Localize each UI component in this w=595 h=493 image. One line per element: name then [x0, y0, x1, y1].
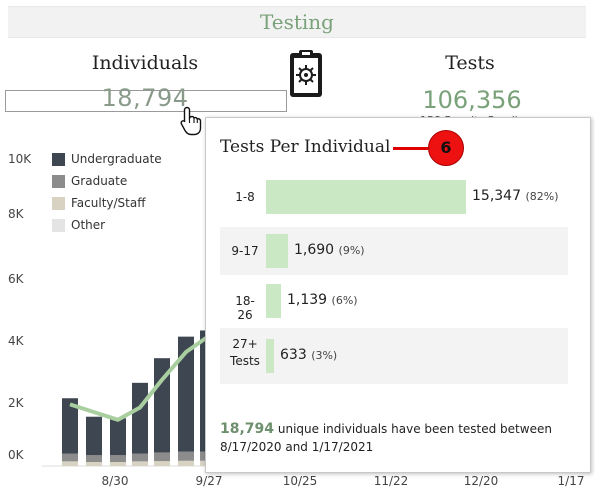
x-tick-label: 12/20: [463, 474, 499, 488]
bar-percent: (3%): [311, 349, 338, 362]
legend-label: Other: [71, 218, 106, 232]
bar-count: 633: [280, 347, 307, 363]
y-tick-label: 8K: [8, 207, 24, 221]
y-tick-label: 4K: [8, 334, 24, 348]
bar-segment-graduate[interactable]: [110, 455, 126, 462]
hand-cursor-icon: [180, 106, 202, 136]
tooltip-title: Tests Per Individual: [220, 137, 391, 157]
tests-bar-row[interactable]: 9-17 1,690 (9%): [220, 227, 568, 275]
bar-segment-graduate[interactable]: [86, 455, 102, 462]
legend-label: Graduate: [71, 174, 128, 188]
callout-pointer-line: [393, 147, 428, 150]
legend-swatch: [52, 153, 65, 166]
y-tick-label: 6K: [8, 272, 24, 286]
bar-count: 15,347: [472, 188, 521, 204]
bar-fill: [266, 339, 274, 373]
bar-segment-undergraduate[interactable]: [110, 418, 126, 456]
legend-swatch: [52, 197, 65, 210]
bar-segment-faculty-staff[interactable]: [178, 460, 194, 466]
bar-percent: (6%): [331, 294, 358, 307]
x-tick-label: 9/27: [195, 474, 223, 488]
bar-segment-faculty-staff[interactable]: [62, 461, 78, 466]
bar-percent: (82%): [525, 190, 559, 203]
footer-count: 18,794: [220, 421, 275, 437]
bar-row-label: 1-8: [235, 190, 255, 204]
bar-segment-undergraduate[interactable]: [132, 382, 148, 454]
tooltip-footer: 18,794 unique individuals have been test…: [220, 420, 580, 456]
legend-label: Undergraduate: [71, 152, 162, 166]
y-tick-label: 2K: [8, 396, 24, 410]
bar-row-value: 1,139 (6%): [287, 292, 358, 308]
bar-segment-faculty-staff[interactable]: [86, 461, 102, 466]
bar-count: 1,139: [287, 292, 328, 308]
x-tick-label: 10/25: [282, 474, 318, 488]
bar-segment-undergraduate[interactable]: [86, 416, 102, 456]
bar-row-label: 18-26: [235, 294, 255, 322]
bar-row-label: 9-17: [231, 244, 259, 258]
x-tick-label: 1/17: [557, 474, 585, 488]
y-tick-label: 10K: [8, 152, 32, 166]
tests-bar-row[interactable]: 1-8 15,347 (82%): [220, 173, 568, 221]
bar-row-value: 1,690 (9%): [294, 242, 365, 258]
bar-segment-faculty-staff[interactable]: [110, 461, 126, 466]
bar-segment-graduate[interactable]: [178, 451, 194, 461]
bar-fill: [266, 180, 466, 214]
bar-segment-graduate[interactable]: [62, 453, 78, 462]
bar-segment-faculty-staff[interactable]: [154, 461, 170, 466]
tests-bar-row[interactable]: 18-26 1,139 (6%): [220, 277, 568, 325]
legend-label: Faculty/Staff: [71, 196, 146, 210]
bar-fill: [266, 284, 281, 318]
bar-percent: (9%): [338, 244, 365, 257]
bar-segment-graduate[interactable]: [154, 452, 170, 462]
bar-row-value: 15,347 (82%): [472, 188, 559, 204]
legend-swatch: [52, 175, 65, 188]
callout-number-badge: 6: [428, 130, 464, 166]
y-tick-label: 0K: [8, 448, 24, 462]
bar-count: 1,690: [294, 242, 335, 258]
bar-segment-faculty-staff[interactable]: [132, 461, 148, 466]
bar-segment-graduate[interactable]: [132, 453, 148, 462]
bar-fill: [266, 234, 288, 268]
bar-row-label: 27+ Tests: [230, 337, 260, 368]
x-tick-label: 11/22: [373, 474, 409, 488]
x-tick-label: 8/30: [101, 474, 129, 488]
legend-swatch: [52, 219, 65, 232]
bar-row-value: 633 (3%): [280, 347, 337, 363]
tests-per-individual-tooltip: Tests Per Individual 6 1-8 15,347 (82%) …: [205, 117, 591, 473]
tests-bar-row[interactable]: 27+ Tests 633 (3%): [220, 328, 568, 384]
